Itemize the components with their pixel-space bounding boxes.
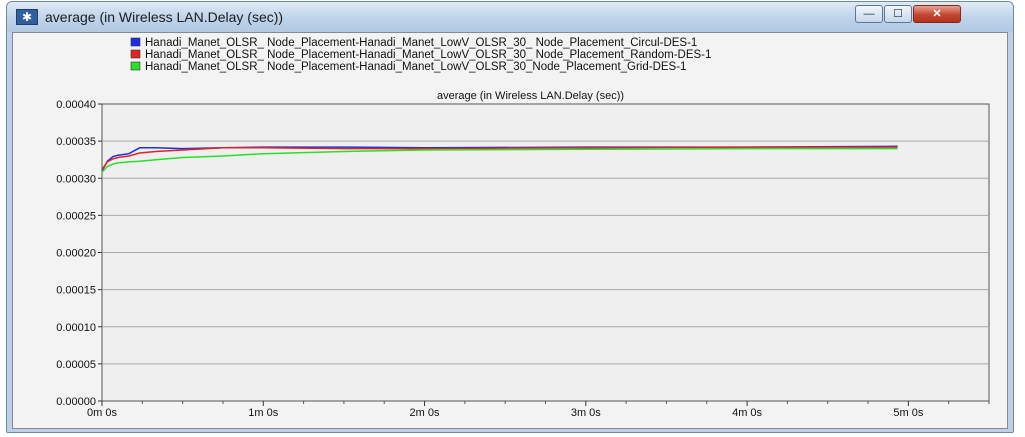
legend-swatch bbox=[130, 49, 141, 59]
x-tick-label: 0m 0s bbox=[87, 407, 117, 419]
line-chart: Hanadi_Manet_OLSR_ Node_Placement-Hanadi… bbox=[56, 37, 990, 419]
window-title: average (in Wireless LAN.Delay (sec)) bbox=[45, 9, 284, 25]
x-tick-label: 4m 0s bbox=[732, 407, 762, 419]
x-tick-label: 1m 0s bbox=[248, 407, 278, 419]
y-tick-label: 0.00015 bbox=[56, 285, 96, 297]
legend-entry: Hanadi_Manet_OLSR_ Node_Placement-Hanadi… bbox=[145, 61, 686, 73]
legend-swatch bbox=[130, 61, 141, 71]
maximize-button[interactable]: ☐ bbox=[884, 5, 912, 23]
chart-client-area: Hanadi_Manet_OLSR_ Node_Placement-Hanadi… bbox=[12, 32, 1008, 429]
y-tick-label: 0.00010 bbox=[56, 322, 96, 334]
chart-title: average (in Wireless LAN.Delay (sec)) bbox=[437, 90, 624, 102]
close-button[interactable]: ✕ bbox=[913, 5, 961, 23]
chart-window: ✱ average (in Wireless LAN.Delay (sec)) … bbox=[6, 1, 1014, 433]
chart-window-icon: ✱ bbox=[16, 9, 38, 25]
minimize-button[interactable]: — bbox=[855, 5, 883, 23]
x-tick-label: 3m 0s bbox=[571, 407, 601, 419]
legend-entry: Hanadi_Manet_OLSR_ Node_Placement-Hanadi… bbox=[145, 49, 711, 61]
x-tick-label: 2m 0s bbox=[410, 407, 440, 419]
y-tick-label: 0.00035 bbox=[56, 136, 96, 148]
y-tick-label: 0.00005 bbox=[56, 359, 96, 371]
legend-entry: Hanadi_Manet_OLSR_ Node_Placement-Hanadi… bbox=[145, 37, 697, 49]
y-tick-label: 0.00030 bbox=[56, 173, 96, 185]
y-tick-label: 0.00025 bbox=[56, 210, 96, 222]
x-tick-label: 5m 0s bbox=[893, 407, 923, 419]
legend-swatch bbox=[130, 37, 141, 47]
y-tick-label: 0.00020 bbox=[56, 248, 96, 260]
y-tick-label: 0.00040 bbox=[56, 99, 96, 111]
title-bar[interactable]: ✱ average (in Wireless LAN.Delay (sec)) … bbox=[7, 2, 1013, 32]
